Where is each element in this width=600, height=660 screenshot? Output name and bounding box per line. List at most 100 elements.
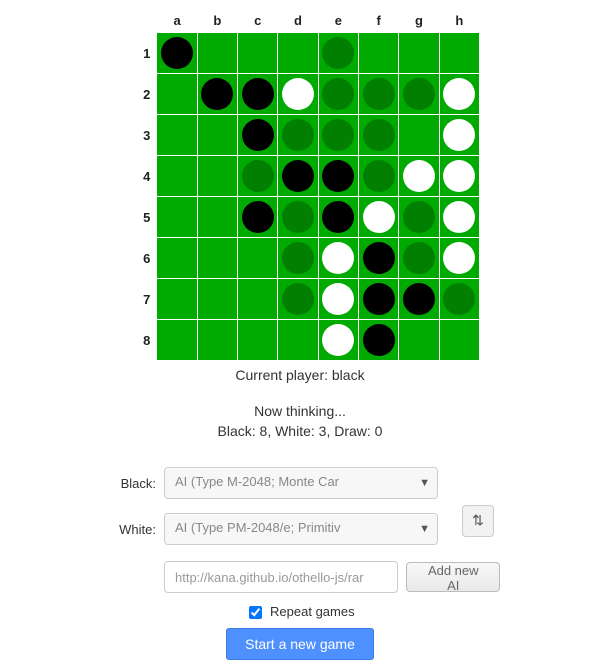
board-cell[interactable] [399,320,439,361]
board-cell[interactable] [439,156,479,197]
thinking-status: Now thinking... [0,403,600,419]
white-disc [363,201,395,233]
board-cell[interactable] [278,238,318,279]
board-cell[interactable] [197,33,237,74]
board-cell[interactable] [358,279,398,320]
col-header: e [318,8,358,33]
black-ai-select[interactable]: AI (Type M-2048; Monte Car [164,467,438,499]
ai-url-input[interactable] [164,561,398,593]
board-cell[interactable] [439,74,479,115]
board-cell[interactable] [197,115,237,156]
board-cell[interactable] [358,197,398,238]
board-cell[interactable] [278,74,318,115]
board-cell[interactable] [278,279,318,320]
white-player-label: White: [100,522,164,537]
board-cell[interactable] [399,238,439,279]
board-cell[interactable] [238,33,278,74]
board-cell[interactable] [358,156,398,197]
white-disc [322,242,354,274]
board-cell[interactable] [318,197,358,238]
move-hint-disc [363,160,395,192]
board-cell[interactable] [439,33,479,74]
board-cell[interactable] [439,320,479,361]
board-cell[interactable] [358,115,398,156]
black-disc [322,160,354,192]
col-header: g [399,8,439,33]
board-cell[interactable] [318,238,358,279]
board-cell[interactable] [278,320,318,361]
othello-board: abcdefgh 12345678 [120,8,480,361]
move-hint-disc [443,283,475,315]
swap-players-button[interactable]: ⇅ [462,505,494,537]
start-new-game-button[interactable]: Start a new game [226,628,374,660]
board-cell[interactable] [399,115,439,156]
board-cell[interactable] [358,238,398,279]
board-cell[interactable] [358,74,398,115]
board-cell[interactable] [157,320,197,361]
board-cell[interactable] [318,33,358,74]
white-disc [282,78,314,110]
board-cell[interactable] [238,74,278,115]
board-cell[interactable] [238,238,278,279]
board-cell[interactable] [399,33,439,74]
board-cell[interactable] [358,33,398,74]
board-cell[interactable] [238,279,278,320]
board-cell[interactable] [157,74,197,115]
board-cell[interactable] [399,156,439,197]
board-cell[interactable] [157,156,197,197]
board-cell[interactable] [439,197,479,238]
board-cell[interactable] [157,33,197,74]
board-cell[interactable] [197,279,237,320]
row-header: 5 [120,197,157,238]
board-cell[interactable] [197,197,237,238]
board-cell[interactable] [157,197,197,238]
board-cell[interactable] [399,74,439,115]
white-disc [322,283,354,315]
board-cell[interactable] [157,115,197,156]
board-cell[interactable] [238,115,278,156]
board-cell[interactable] [439,115,479,156]
board-cell[interactable] [439,279,479,320]
white-ai-select[interactable]: AI (Type PM-2048/e; Primitiv [164,513,438,545]
board-cell[interactable] [197,238,237,279]
board-cell[interactable] [439,238,479,279]
black-disc [282,160,314,192]
white-disc [443,119,475,151]
col-header: b [197,8,237,33]
board-cell[interactable] [197,156,237,197]
row-header: 2 [120,74,157,115]
board-cell[interactable] [238,156,278,197]
board-cell[interactable] [358,320,398,361]
board-cell[interactable] [197,74,237,115]
board-cell[interactable] [399,197,439,238]
score-line: Black: 8, White: 3, Draw: 0 [0,423,600,439]
board-cell[interactable] [278,197,318,238]
repeat-games-label[interactable]: Repeat games [270,604,355,619]
row-header: 7 [120,279,157,320]
black-disc [363,283,395,315]
board-cell[interactable] [278,33,318,74]
add-ai-button[interactable]: Add new AI [406,562,500,592]
board-cell[interactable] [238,320,278,361]
white-disc [443,201,475,233]
black-disc [201,78,233,110]
board-cell[interactable] [318,115,358,156]
board-cell[interactable] [238,197,278,238]
move-hint-disc [322,119,354,151]
board-cell[interactable] [318,279,358,320]
row-header: 4 [120,156,157,197]
board-cell[interactable] [318,320,358,361]
row-header: 8 [120,320,157,361]
board-cell[interactable] [197,320,237,361]
board-cell[interactable] [318,74,358,115]
black-disc [322,201,354,233]
board-cell[interactable] [399,279,439,320]
board-cell[interactable] [278,115,318,156]
board-area: abcdefgh 12345678 [120,8,480,361]
col-header: d [278,8,318,33]
repeat-games-checkbox[interactable] [249,606,262,619]
board-cell[interactable] [278,156,318,197]
board-cell[interactable] [157,279,197,320]
board-cell[interactable] [318,156,358,197]
board-cell[interactable] [157,238,197,279]
